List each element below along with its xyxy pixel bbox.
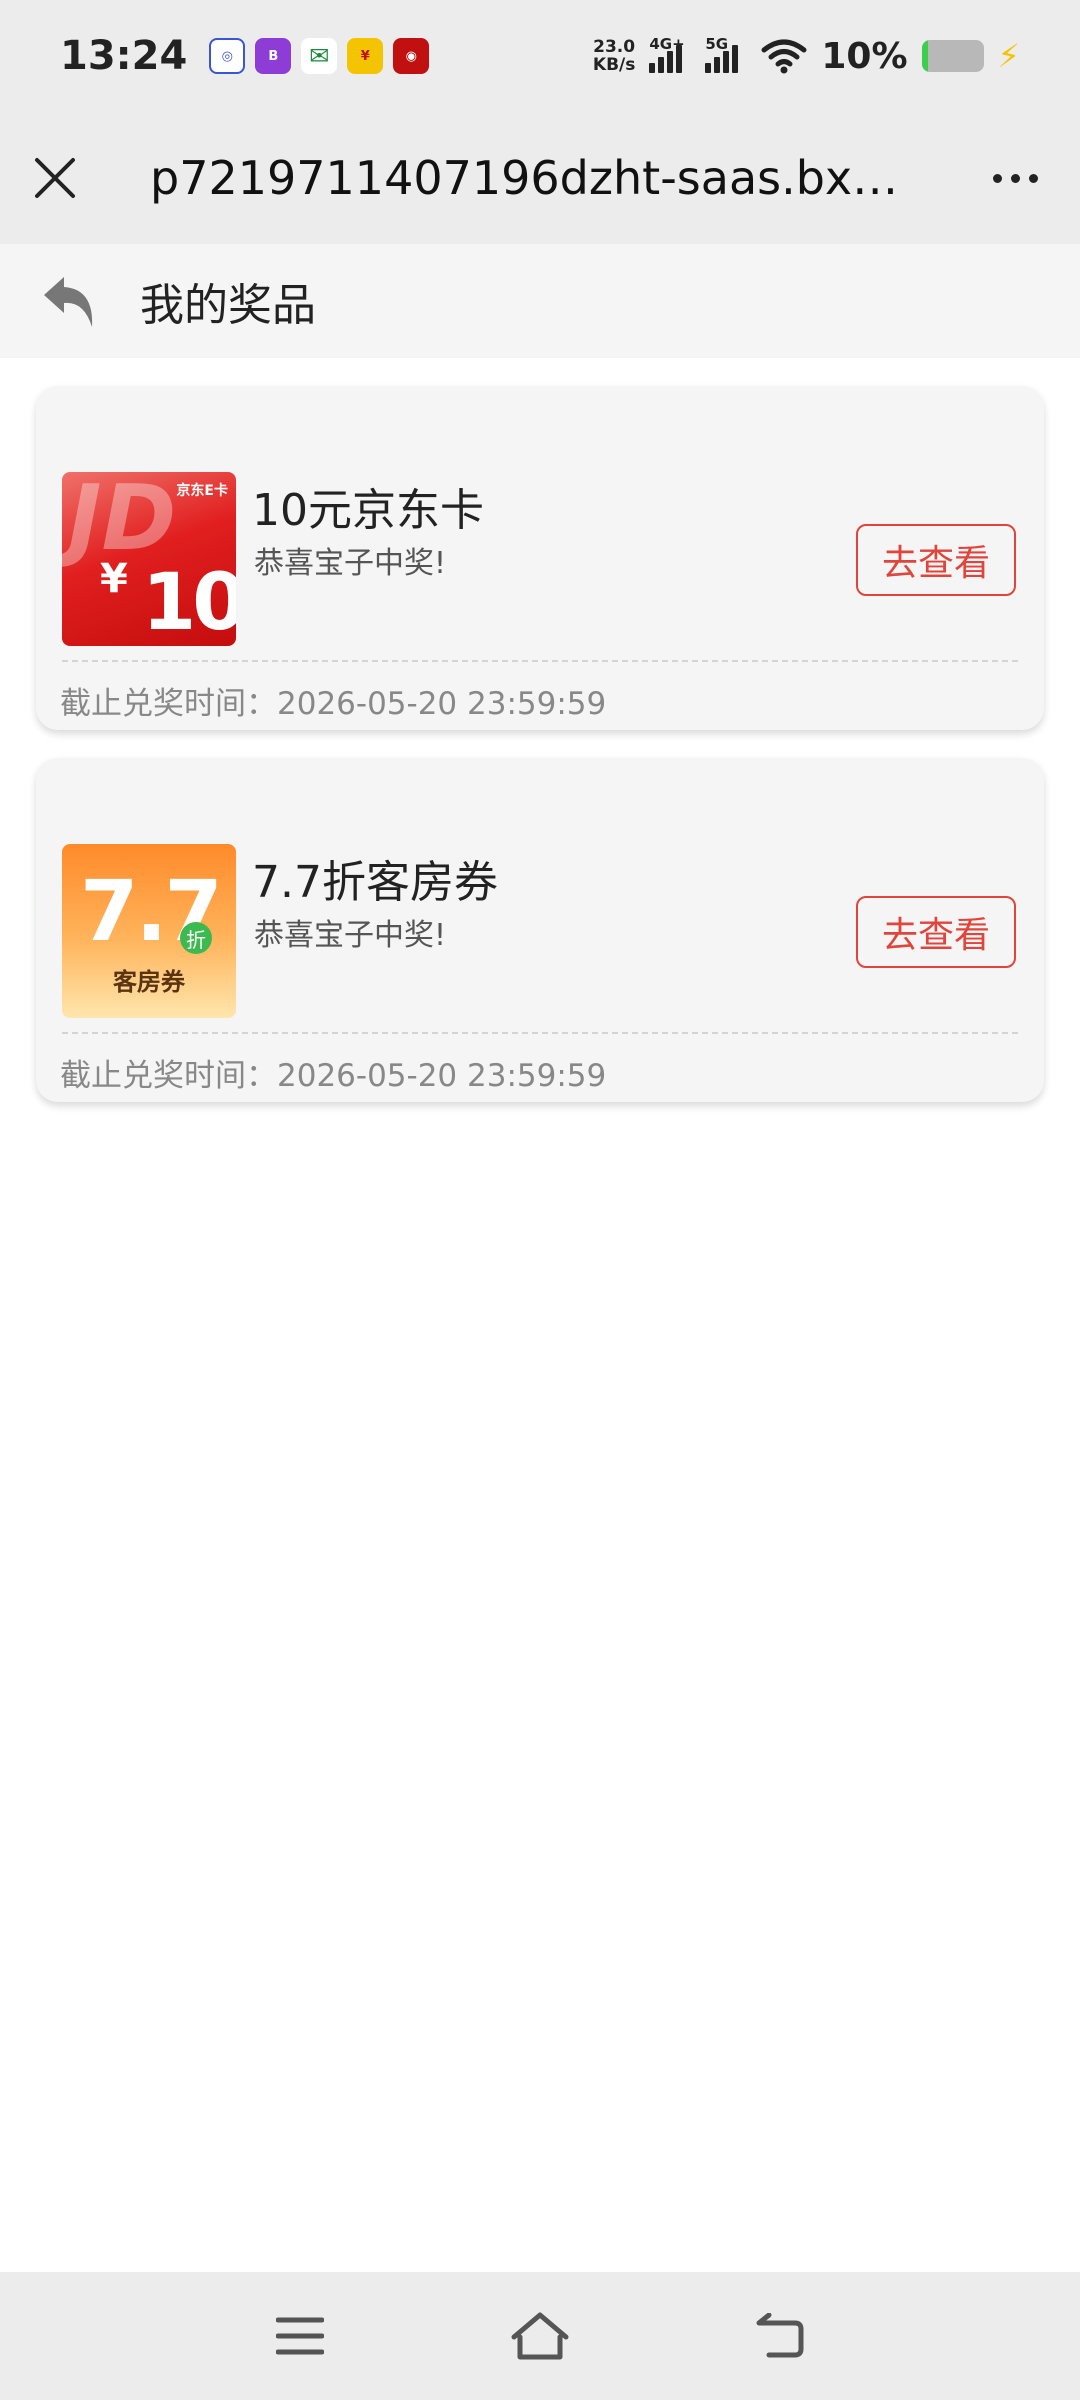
jd-card-image: JD 京东E卡 ¥ 10 xyxy=(62,472,236,646)
prize-desc: 恭喜宝子中奖! xyxy=(254,546,447,581)
browser-bar: p7219711407196dzht-saas.bx-acti… xyxy=(0,112,1080,244)
net-speed-unit: KB/s xyxy=(592,55,636,75)
signal-5g-icon: 5G xyxy=(705,35,747,73)
room-coupon-image: 7.7 折 客房券 xyxy=(62,844,236,1018)
battery-icon xyxy=(921,40,984,72)
close-button[interactable] xyxy=(0,112,110,244)
status-time: 13:24 xyxy=(60,33,188,79)
charging-icon: ⚡ xyxy=(997,37,1020,75)
signal-4g-icon: 4G+ xyxy=(649,35,691,73)
page-header: 我的奖品 xyxy=(0,244,1080,358)
back-nav-button[interactable] xyxy=(750,2306,810,2366)
prize-card-room: 7.7 折 客房券 7.7折客房券 恭喜宝子中奖! 去查看 截止兑奖时间：202… xyxy=(36,758,1044,1102)
prize-name: 10元京东卡 xyxy=(252,485,484,536)
more-dot-icon xyxy=(992,173,1002,183)
jd-amount: 10 xyxy=(142,558,236,646)
system-nav-bar xyxy=(0,2272,1080,2400)
jd-currency: ¥ xyxy=(100,556,128,602)
discount-badge: 折 xyxy=(180,922,212,954)
notification-icons: ◎ B ✉ ¥ ◉ xyxy=(209,38,430,74)
divider xyxy=(62,1032,1018,1034)
union-icon: ◉ xyxy=(393,38,430,74)
net-speed-value: 23.0 xyxy=(593,37,636,57)
close-icon[interactable] xyxy=(33,156,77,200)
status-right: 23.0 KB/s 4G+ 5G 10% ⚡ xyxy=(593,35,1020,77)
prize-deadline: 截止兑奖时间：2026-05-20 23:59:59 xyxy=(60,1058,607,1094)
signal-4g-label: 4G+ xyxy=(649,35,685,53)
app-icon-1: ◎ xyxy=(209,38,246,74)
postal-icon: ✉ xyxy=(301,38,338,74)
wallet-icon: ¥ xyxy=(347,38,384,74)
home-icon[interactable] xyxy=(510,2311,570,2361)
prize-deadline: 截止兑奖时间：2026-05-20 23:59:59 xyxy=(60,686,607,722)
back-nav-icon[interactable] xyxy=(755,2313,805,2359)
prize-name: 7.7折客房券 xyxy=(252,857,498,908)
back-button[interactable] xyxy=(0,244,140,358)
more-dot-icon xyxy=(1010,173,1020,183)
home-button[interactable] xyxy=(510,2306,570,2366)
prize-card-jd: JD 京东E卡 ¥ 10 10元京东卡 恭喜宝子中奖! 去查看 截止兑奖时间：2… xyxy=(36,386,1044,730)
net-speed: 23.0 KB/s xyxy=(593,38,635,74)
status-bar: 13:24 ◎ B ✉ ¥ ◉ 23.0 KB/s 4G+ 5G 10% ⚡ xyxy=(0,0,1080,112)
menu-button[interactable] xyxy=(270,2306,330,2366)
jd-tag: 京东E卡 xyxy=(176,483,228,499)
menu-icon[interactable] xyxy=(276,2316,324,2356)
prize-desc: 恭喜宝子中奖! xyxy=(254,918,447,953)
view-prize-button[interactable]: 去查看 xyxy=(856,896,1016,968)
battery-percent: 10% xyxy=(821,35,908,77)
divider xyxy=(62,660,1018,662)
more-dot-icon xyxy=(1028,173,1038,183)
bank-icon: B xyxy=(255,38,292,74)
signal-5g-label: 5G xyxy=(705,35,729,53)
more-options-button[interactable] xyxy=(950,112,1080,244)
wifi-icon xyxy=(761,39,807,74)
page-title: 我的奖品 xyxy=(140,280,316,331)
back-arrow-icon[interactable] xyxy=(40,269,100,333)
url-text[interactable]: p7219711407196dzht-saas.bx-acti… xyxy=(110,151,950,205)
view-prize-button[interactable]: 去查看 xyxy=(856,524,1016,596)
room-label: 客房券 xyxy=(113,968,185,996)
